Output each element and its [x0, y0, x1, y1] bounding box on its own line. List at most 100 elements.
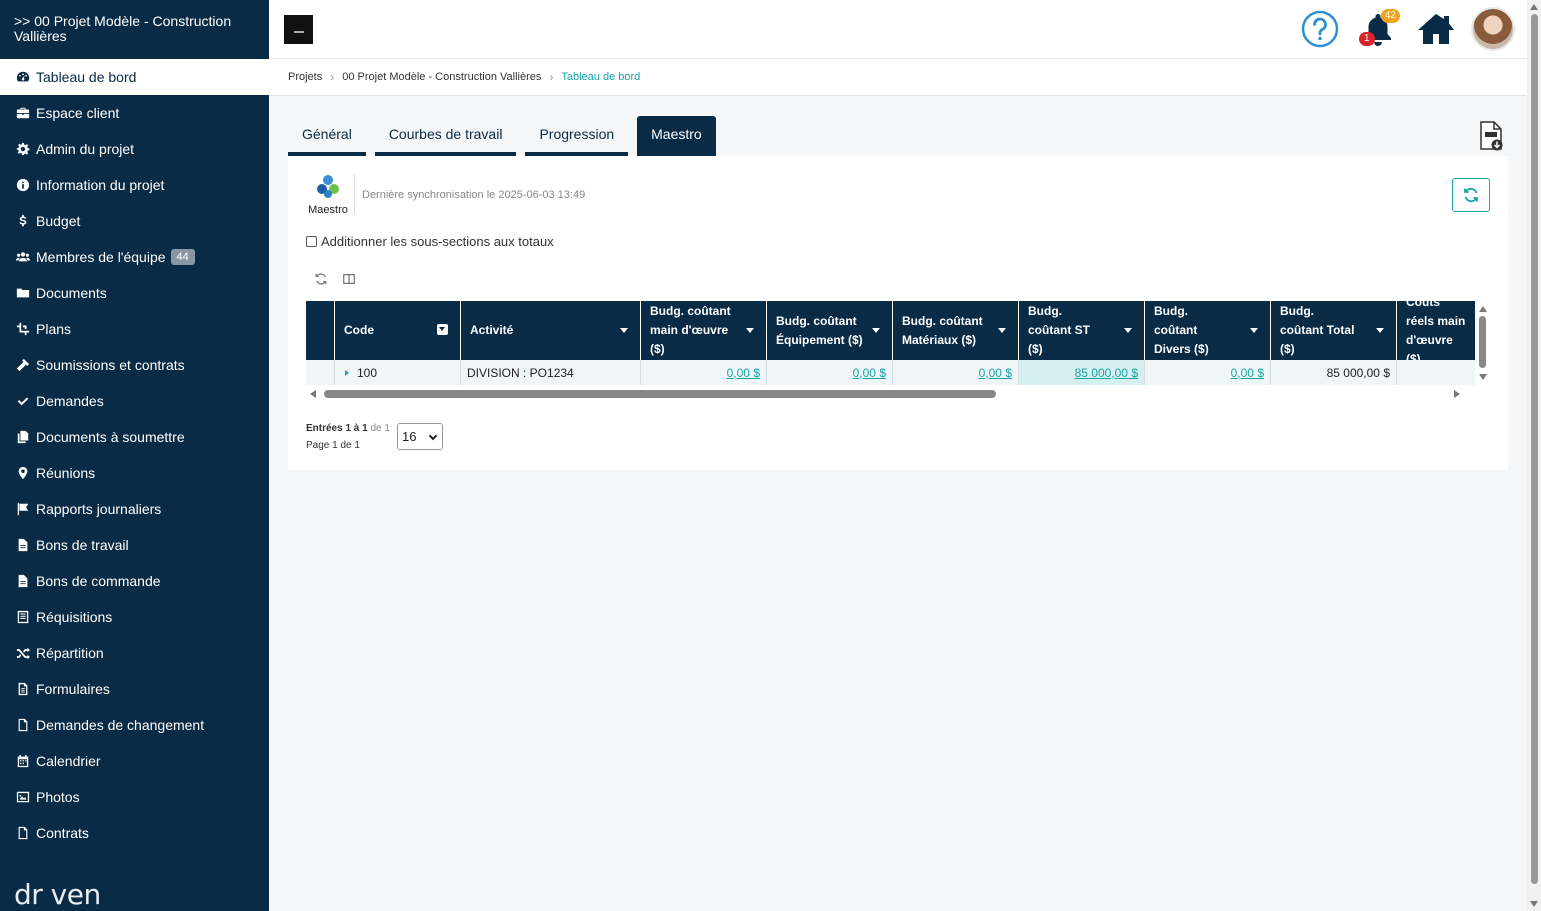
- main-oeuvre-link[interactable]: 0,00 $: [727, 366, 760, 380]
- sidebar-item-label: Rapports journaliers: [36, 501, 162, 517]
- hammer-icon: [14, 357, 32, 373]
- scroll-up-icon[interactable]: [1530, 4, 1538, 10]
- notifications-button[interactable]: 42 1: [1355, 6, 1401, 52]
- copy-icon: [14, 429, 32, 445]
- sidebar-item-photos[interactable]: Photos: [0, 779, 269, 815]
- tab-general[interactable]: Général: [288, 116, 366, 156]
- sidebar-item-rapports-journaliers[interactable]: Rapports journaliers: [0, 491, 269, 527]
- sidebar-item-label: Budget: [36, 213, 81, 229]
- table-vertical-scrollbar[interactable]: [1478, 304, 1488, 384]
- sidebar-item-tableau-de-bord[interactable]: Tableau de bord: [0, 59, 269, 95]
- sidebar-item-demandes[interactable]: Demandes: [0, 383, 269, 419]
- project-title[interactable]: >> 00 Projet Modèle - Construction Valli…: [0, 0, 269, 59]
- chevron-down-icon[interactable]: [998, 328, 1006, 333]
- list-icon: [14, 609, 32, 625]
- sync-status: Dernière synchronisation le 2025-06-03 1…: [362, 189, 586, 201]
- sidebar-item-label: Tableau de bord: [36, 69, 137, 85]
- td-st: 85 000,00 $: [1019, 360, 1145, 385]
- sidebar-item-formulaires[interactable]: Formulaires: [0, 671, 269, 707]
- st-link[interactable]: 85 000,00 $: [1075, 366, 1138, 380]
- company-logo[interactable]: [284, 15, 313, 44]
- sidebar-item-documents-a-soumettre[interactable]: Documents à soumettre: [0, 419, 269, 455]
- breadcrumb-projets[interactable]: Projets: [288, 71, 322, 83]
- scroll-left-icon[interactable]: [310, 390, 316, 398]
- info-icon: [14, 177, 32, 193]
- td-code[interactable]: 100: [335, 360, 461, 385]
- table-toolbar: [314, 272, 356, 286]
- sidebar-item-information-du-projet[interactable]: Information du projet: [0, 167, 269, 203]
- reload-table-icon[interactable]: [314, 272, 328, 286]
- sidebar-item-budget[interactable]: Budget: [0, 203, 269, 239]
- sidebar-item-membres-de-lequipe[interactable]: Membres de l'équipe 44: [0, 239, 269, 275]
- scroll-down-icon[interactable]: [1530, 901, 1538, 907]
- help-icon: [1301, 10, 1339, 48]
- th-budg-total[interactable]: Budg. coûtant Total ($): [1271, 301, 1397, 360]
- help-button[interactable]: [1297, 6, 1343, 52]
- sidebar-item-calendrier[interactable]: Calendrier: [0, 743, 269, 779]
- sidebar-item-admin-du-projet[interactable]: Admin du projet: [0, 131, 269, 167]
- chevron-down-icon[interactable]: [746, 328, 754, 333]
- chevron-down-icon[interactable]: [872, 328, 880, 333]
- chevron-down-icon: [428, 431, 438, 441]
- th-budg-st[interactable]: Budg. coûtant ST ($): [1019, 301, 1145, 360]
- equipement-link[interactable]: 0,00 $: [853, 366, 886, 380]
- sidebar-item-demandes-de-changement[interactable]: Demandes de changement: [0, 707, 269, 743]
- th-code[interactable]: Code: [335, 301, 461, 360]
- tab-courbes-de-travail[interactable]: Courbes de travail: [374, 116, 517, 156]
- window-scrollbar[interactable]: [1527, 0, 1541, 911]
- sidebar-item-soumissions-et-contrats[interactable]: Soumissions et contrats: [0, 347, 269, 383]
- sidebar-item-contrats[interactable]: Contrats: [0, 815, 269, 851]
- export-xls-button[interactable]: [1477, 120, 1505, 152]
- sidebar-item-espace-client[interactable]: Espace client: [0, 95, 269, 131]
- home-button[interactable]: [1413, 6, 1459, 52]
- th-budg-divers[interactable]: Budg. coûtant Divers ($): [1145, 301, 1271, 360]
- users-icon: [14, 249, 32, 265]
- scroll-thumb[interactable]: [1531, 14, 1538, 884]
- table-row[interactable]: 100 DIVISION : PO1234 0,00 $ 0,00 $ 0,00…: [306, 360, 1475, 385]
- th-couts-reels-main-oeuvre[interactable]: Coûts réels main d'œuvre ($): [1397, 301, 1475, 360]
- sidebar-item-label: Membres de l'équipe: [36, 249, 166, 265]
- sidebar-item-documents[interactable]: Documents: [0, 275, 269, 311]
- sidebar-item-repartition[interactable]: Répartition: [0, 635, 269, 671]
- scroll-thumb[interactable]: [324, 390, 996, 398]
- tab-progression[interactable]: Progression: [525, 116, 629, 156]
- sidebar-item-bons-de-commande[interactable]: Bons de commande: [0, 563, 269, 599]
- subsections-checkbox[interactable]: [306, 236, 317, 247]
- file-outline-icon: [14, 825, 32, 841]
- th-budg-materiaux[interactable]: Budg. coûtant Matériaux ($): [893, 301, 1019, 360]
- page-size-select[interactable]: 16: [397, 423, 443, 450]
- notification-count-red: 1: [1359, 32, 1375, 46]
- calendar-icon: [14, 753, 32, 769]
- materiaux-link[interactable]: 0,00 $: [979, 366, 1012, 380]
- maestro-card: Maestro Dernière synchronisation le 2025…: [288, 156, 1508, 470]
- divers-link[interactable]: 0,00 $: [1231, 366, 1264, 380]
- td-couts-reels: [1397, 360, 1475, 385]
- scroll-up-icon[interactable]: [1479, 306, 1487, 312]
- subsections-toggle[interactable]: Additionner les sous-sections aux totaux: [306, 234, 554, 249]
- avatar[interactable]: [1471, 7, 1515, 51]
- chevron-down-icon[interactable]: [1250, 328, 1258, 333]
- breadcrumb-project[interactable]: 00 Projet Modèle - Construction Vallière…: [342, 71, 541, 83]
- th-activite[interactable]: Activité: [461, 301, 641, 360]
- sidebar-item-bons-de-travail[interactable]: Bons de travail: [0, 527, 269, 563]
- sidebar-item-label: Soumissions et contrats: [36, 357, 185, 373]
- chevron-down-icon[interactable]: [620, 328, 628, 333]
- sidebar-item-requisitions[interactable]: Réquisitions: [0, 599, 269, 635]
- th-budg-main-oeuvre[interactable]: Budg. coûtant main d'œuvre ($): [641, 301, 767, 360]
- expand-row-icon[interactable]: [345, 369, 349, 376]
- scroll-down-icon[interactable]: [1479, 374, 1487, 380]
- scroll-thumb[interactable]: [1479, 316, 1486, 368]
- sidebar-item-label: Demandes de changement: [36, 717, 205, 733]
- th-budg-equipement[interactable]: Budg. coûtant Équipement ($): [767, 301, 893, 360]
- tab-maestro[interactable]: Maestro: [637, 116, 716, 156]
- columns-icon[interactable]: [342, 272, 356, 286]
- scroll-right-icon[interactable]: [1454, 390, 1460, 398]
- chevron-down-icon[interactable]: [1124, 328, 1132, 333]
- tabs: Général Courbes de travail Progression M…: [288, 116, 716, 156]
- chevron-down-icon[interactable]: [1376, 328, 1384, 333]
- filter-icon[interactable]: [437, 324, 448, 335]
- sidebar-item-reunions[interactable]: Réunions: [0, 455, 269, 491]
- sync-button[interactable]: [1452, 178, 1490, 212]
- table-horizontal-scrollbar[interactable]: [308, 388, 1472, 400]
- sidebar-item-plans[interactable]: Plans: [0, 311, 269, 347]
